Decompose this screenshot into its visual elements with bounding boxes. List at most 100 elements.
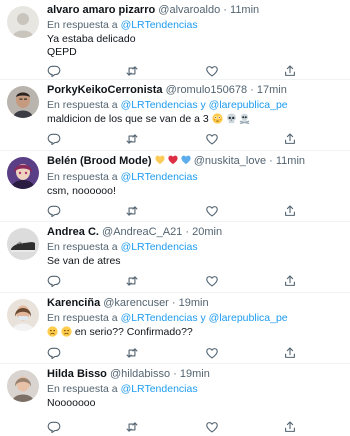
timestamp[interactable]: 11min: [276, 155, 305, 167]
action-bar: [47, 132, 295, 146]
like-icon[interactable]: [205, 274, 219, 288]
tweet[interactable]: Belén (Brood Mode) @nuskita_love · 11min…: [0, 151, 350, 222]
share-icon[interactable]: [283, 64, 297, 78]
tweet-text-line: en serio?? Confirmado??: [74, 326, 193, 338]
reply-icon[interactable]: [47, 64, 61, 78]
reply-icon[interactable]: [47, 204, 61, 218]
mention-link[interactable]: @LRTendencias: [121, 241, 198, 253]
share-icon[interactable]: [283, 346, 297, 360]
skull-icon: [226, 113, 237, 128]
separator-dot: ·: [185, 226, 190, 238]
yellow-heart-icon: [154, 155, 165, 165]
tweet-header: Karenciña @karencuser · 19min: [47, 297, 344, 310]
reply-icon[interactable]: [47, 132, 61, 146]
reply-prefix: En respuesta a: [47, 171, 118, 183]
blue-heart-icon: [181, 155, 191, 165]
like-icon[interactable]: [205, 64, 219, 78]
tweet[interactable]: alvaro amaro pizarro @alvaroaldo · 11min…: [0, 0, 350, 80]
user-handle[interactable]: @romulo150678: [166, 84, 248, 96]
user-handle[interactable]: @alvaroaldo: [158, 4, 220, 16]
reply-feed: alvaro amaro pizarro @alvaroaldo · 11min…: [0, 0, 350, 436]
action-bar: [47, 274, 295, 288]
avatar[interactable]: [7, 6, 39, 38]
mention-link[interactable]: @larepublica_pe: [209, 99, 288, 111]
red-heart-icon: [168, 155, 178, 165]
display-name[interactable]: Hilda Bisso: [47, 368, 107, 380]
tweet-text-line: QEPD: [47, 46, 77, 58]
share-icon[interactable]: [283, 420, 297, 434]
separator-dot: ·: [223, 4, 227, 16]
mention-link[interactable]: @larepublica_pe: [209, 312, 288, 324]
reply-context: En respuesta a @LRTendencias: [47, 241, 344, 254]
timestamp[interactable]: 19min: [180, 368, 210, 380]
display-name[interactable]: alvaro amaro pizarro: [47, 4, 155, 16]
display-name[interactable]: Andrea C.: [47, 226, 99, 238]
retweet-icon[interactable]: [125, 204, 139, 218]
reply-icon[interactable]: [47, 346, 61, 360]
action-bar: [47, 204, 295, 218]
tweet[interactable]: Karenciña @karencuser · 19min En respues…: [0, 293, 350, 364]
avatar[interactable]: [7, 299, 39, 331]
reply-prefix: En respuesta a: [47, 241, 118, 253]
skull-crossbones-icon: [239, 113, 250, 128]
display-name[interactable]: Belén (Brood Mode): [47, 155, 152, 167]
like-icon[interactable]: [205, 346, 219, 360]
reply-context: En respuesta a @LRTendencias y @larepubl…: [47, 99, 344, 112]
mention-link[interactable]: @LRTendencias: [121, 99, 198, 111]
tweet-text-line: csm, noooooo!: [47, 185, 116, 197]
share-icon[interactable]: [283, 204, 297, 218]
separator-dot: ·: [250, 84, 254, 96]
tweet[interactable]: Andrea C. @AndreaC_A21 · 20min En respue…: [0, 222, 350, 293]
mention-link[interactable]: @LRTendencias: [121, 171, 198, 183]
separator-dot: ·: [269, 155, 273, 167]
timestamp[interactable]: 20min: [192, 226, 222, 238]
tweet-text: maldicion de los que se van de a 3: [47, 113, 344, 128]
retweet-icon[interactable]: [125, 64, 139, 78]
sad-face-icon: [47, 326, 58, 341]
tweet-header: Hilda Bisso @hildabisso · 19min: [47, 368, 344, 381]
retweet-icon[interactable]: [125, 420, 139, 434]
display-name[interactable]: Karenciña: [47, 297, 100, 309]
display-name[interactable]: PorkyKeikoCerronista: [47, 84, 163, 96]
tweet-text: csm, noooooo!: [47, 185, 344, 198]
tweet-text-line: Nooooooo: [47, 397, 96, 409]
tweet-header: Andrea C. @AndreaC_A21 · 20min: [47, 226, 344, 239]
retweet-icon[interactable]: [125, 346, 139, 360]
reply-icon[interactable]: [47, 420, 61, 434]
reply-prefix: En respuesta a: [47, 312, 118, 324]
reply-prefix: En respuesta a: [47, 383, 118, 395]
share-icon[interactable]: [283, 274, 297, 288]
mention-link[interactable]: @LRTendencias: [121, 312, 198, 324]
mention-link[interactable]: @LRTendencias: [121, 383, 198, 395]
avatar[interactable]: [7, 370, 39, 402]
avatar[interactable]: [7, 228, 39, 260]
separator-dot: ·: [171, 297, 176, 309]
like-icon[interactable]: [205, 204, 219, 218]
tweet[interactable]: Hilda Bisso @hildabisso · 19min En respu…: [0, 364, 350, 436]
retweet-icon[interactable]: [125, 132, 139, 146]
tweet-text: Ya estaba delicado QEPD: [47, 33, 344, 59]
timestamp[interactable]: 17min: [257, 84, 287, 96]
avatar[interactable]: [7, 86, 39, 118]
mention-link[interactable]: @LRTendencias: [121, 19, 198, 31]
user-handle[interactable]: @nuskita_love: [194, 155, 266, 167]
reply-icon[interactable]: [47, 274, 61, 288]
tweet-text-line: Ya estaba delicado: [47, 33, 136, 45]
tweet-header: PorkyKeikoCerronista @romulo150678 · 17m…: [47, 84, 344, 97]
tweet-header: alvaro amaro pizarro @alvaroaldo · 11min: [47, 4, 344, 17]
share-icon[interactable]: [283, 132, 297, 146]
avatar[interactable]: [7, 157, 39, 189]
retweet-icon[interactable]: [125, 274, 139, 288]
tweet-text: Se van de atres: [47, 255, 344, 268]
reply-context: En respuesta a @LRTendencias y @larepubl…: [47, 312, 344, 325]
timestamp[interactable]: 11min: [230, 4, 259, 16]
timestamp[interactable]: 19min: [179, 297, 209, 309]
user-handle[interactable]: @hildabisso: [110, 368, 170, 380]
like-icon[interactable]: [205, 132, 219, 146]
tweet-text-line: maldicion de los que se van de a 3: [47, 113, 209, 125]
reply-prefix: En respuesta a: [47, 99, 118, 111]
like-icon[interactable]: [205, 420, 219, 434]
tweet[interactable]: PorkyKeikoCerronista @romulo150678 · 17m…: [0, 80, 350, 151]
user-handle[interactable]: @AndreaC_A21: [102, 226, 182, 238]
user-handle[interactable]: @karencuser: [103, 297, 169, 309]
